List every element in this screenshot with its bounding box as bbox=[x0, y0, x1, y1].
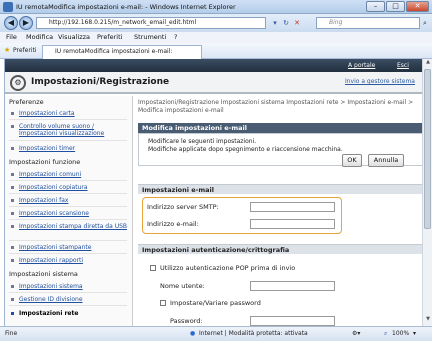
smtp-input[interactable] bbox=[250, 202, 335, 212]
exit-link[interactable]: Esci bbox=[397, 62, 409, 69]
pop-auth-label: Utilizzo autenticazione POP prima di inv… bbox=[160, 264, 296, 272]
smtp-label: Indirizzo server SMTP: bbox=[147, 203, 219, 211]
globe-icon: ● bbox=[190, 330, 196, 337]
scroll-down-icon[interactable]: ▼ bbox=[424, 316, 432, 325]
sidebar-item-scansione[interactable]: Impostazioni scansione bbox=[11, 210, 89, 217]
ie-app-icon bbox=[3, 2, 13, 12]
zone-text: Internet | Modalità protetta: attivata bbox=[199, 330, 308, 337]
menu-file[interactable]: File bbox=[6, 33, 17, 41]
vertical-scrollbar[interactable]: ▲ ▼ bbox=[422, 59, 432, 326]
search-input[interactable]: Bing bbox=[316, 17, 420, 29]
pop-auth-checkbox[interactable] bbox=[150, 265, 156, 271]
scroll-up-icon[interactable]: ▲ bbox=[424, 59, 432, 68]
sidebar-item-carta[interactable]: Impostazioni carta bbox=[11, 110, 75, 117]
edit-panel-title: Modifica impostazioni e-mail bbox=[138, 123, 422, 133]
zoom-icon[interactable]: ⌕ bbox=[384, 330, 387, 338]
sidebar-item-sistema[interactable]: Impostazioni sistema bbox=[11, 283, 83, 290]
sidebar-item-divisione[interactable]: Gestione ID divisione bbox=[11, 296, 83, 303]
sidebar: Preferenze Impostazioni carta Controllo … bbox=[5, 96, 133, 326]
portal-link[interactable]: A portale bbox=[348, 62, 375, 69]
menu-bar: File Modifica Visualizza Preferiti Strum… bbox=[0, 32, 432, 43]
dropdown-icon[interactable]: ▾ bbox=[270, 18, 280, 28]
menu-preferiti[interactable]: Preferiti bbox=[97, 33, 122, 41]
username-input[interactable] bbox=[250, 281, 335, 291]
scroll-thumb[interactable] bbox=[424, 69, 431, 229]
sidebar-item-rapporti[interactable]: Impostazioni rapporti bbox=[10, 257, 83, 264]
address-bar: ◀ ▶ http://192.168.0.215/m_network_email… bbox=[0, 14, 432, 32]
sidebar-section-sistema: Impostazioni sistema bbox=[9, 270, 78, 278]
refresh-icon[interactable]: ↻ bbox=[281, 18, 291, 28]
sidebar-item-fax[interactable]: Impostazioni fax bbox=[10, 197, 68, 204]
star-icon: ★ bbox=[4, 46, 11, 54]
send-to-manager-link[interactable]: Invio a gestore sistema bbox=[345, 78, 415, 85]
sidebar-section-preferenze: Preferenze bbox=[9, 98, 44, 106]
settings-logo-icon: ⚙ bbox=[10, 75, 26, 91]
sidebar-item-usb[interactable]: Impostazioni stampa diretta da USB bbox=[11, 223, 127, 230]
password-label: Password: bbox=[170, 317, 203, 325]
sidebar-item-copiatura[interactable]: Impostazioni copiatura bbox=[11, 184, 88, 191]
security-icon[interactable]: ⚙▾ bbox=[352, 330, 360, 337]
stop-icon[interactable]: ✕ bbox=[292, 18, 302, 28]
url-field[interactable]: http://192.168.0.215/m_network_email_edi… bbox=[36, 17, 266, 29]
sidebar-item-rete[interactable]: Impostazioni rete bbox=[10, 310, 78, 317]
page-header: ⚙ Impostazioni/Registrazione Invio a ges… bbox=[5, 72, 422, 94]
ok-button[interactable]: OK bbox=[342, 154, 362, 167]
sidebar-item-comuni[interactable]: Impostazioni comuni bbox=[10, 171, 81, 178]
email-label: Indirizzo e-mail: bbox=[147, 220, 199, 228]
username-label: Nome utente: bbox=[160, 282, 205, 290]
email-input[interactable] bbox=[250, 219, 335, 229]
sidebar-item-timer[interactable]: Impostazioni timer bbox=[10, 145, 75, 152]
page-content: A portale Esci ⚙ Impostazioni/Registrazi… bbox=[4, 59, 422, 326]
status-text: Fine bbox=[5, 330, 18, 337]
cancel-button[interactable]: Annulla bbox=[368, 154, 404, 167]
sidebar-item-volume[interactable]: Controllo volume suono / Impostazioni vi… bbox=[11, 123, 127, 137]
menu-visualizza[interactable]: Visualizza bbox=[58, 33, 90, 41]
page-title: Impostazioni/Registrazione bbox=[31, 77, 170, 87]
close-button[interactable]: ✕ bbox=[406, 1, 429, 12]
edit-panel: Modificare le seguenti impostazioni. Mod… bbox=[138, 133, 422, 167]
set-password-checkbox[interactable] bbox=[160, 300, 166, 306]
edit-message-2: Modifiche applicate dopo spegnimento e r… bbox=[148, 146, 343, 153]
edit-message-1: Modificare le seguenti impostazioni. bbox=[148, 138, 257, 145]
favorites-bar: ★ Preferiti IU remotaModifica impostazio… bbox=[0, 43, 432, 59]
auth-panel-title: Impostazioni autenticazione/crittografia bbox=[138, 244, 422, 254]
back-button[interactable]: ◀ bbox=[4, 16, 18, 30]
forward-button[interactable]: ▶ bbox=[19, 16, 33, 30]
status-bar: Fine ● Internet | Modalità protetta: att… bbox=[0, 326, 432, 341]
sidebar-section-funzione: Impostazioni funzione bbox=[9, 158, 81, 166]
browser-tab[interactable]: IU remotaModifica impostazioni e-mail: bbox=[42, 45, 202, 59]
set-password-label: Impostare/Variare password bbox=[170, 299, 261, 307]
menu-modifica[interactable]: Modifica bbox=[26, 33, 53, 41]
sidebar-item-stampante[interactable]: Impostazioni stampante bbox=[10, 244, 91, 251]
menu-help[interactable]: ? bbox=[174, 33, 177, 41]
favorites-label[interactable]: Preferiti bbox=[13, 47, 37, 54]
minimize-button[interactable]: – bbox=[366, 1, 385, 12]
maximize-button[interactable]: □ bbox=[386, 1, 405, 12]
window-title-bar: IU remotaModifica impostazioni e-mail: -… bbox=[0, 0, 432, 14]
search-icon[interactable]: ⌕ bbox=[420, 18, 430, 28]
zoom-dropdown-icon[interactable]: ▾ bbox=[413, 330, 416, 337]
menu-strumenti[interactable]: Strumenti bbox=[134, 33, 166, 41]
breadcrumb: Impostazioni/Registrazione Impostazioni … bbox=[138, 99, 414, 114]
window-title: IU remotaModifica impostazioni e-mail: -… bbox=[16, 3, 236, 11]
top-banner: A portale Esci bbox=[5, 59, 422, 72]
zoom-level[interactable]: 100% bbox=[392, 330, 409, 337]
email-panel-title: Impostazioni e-mail bbox=[138, 184, 422, 194]
main-panel: Impostazioni/Registrazione Impostazioni … bbox=[138, 96, 422, 326]
password-input[interactable] bbox=[250, 316, 335, 326]
